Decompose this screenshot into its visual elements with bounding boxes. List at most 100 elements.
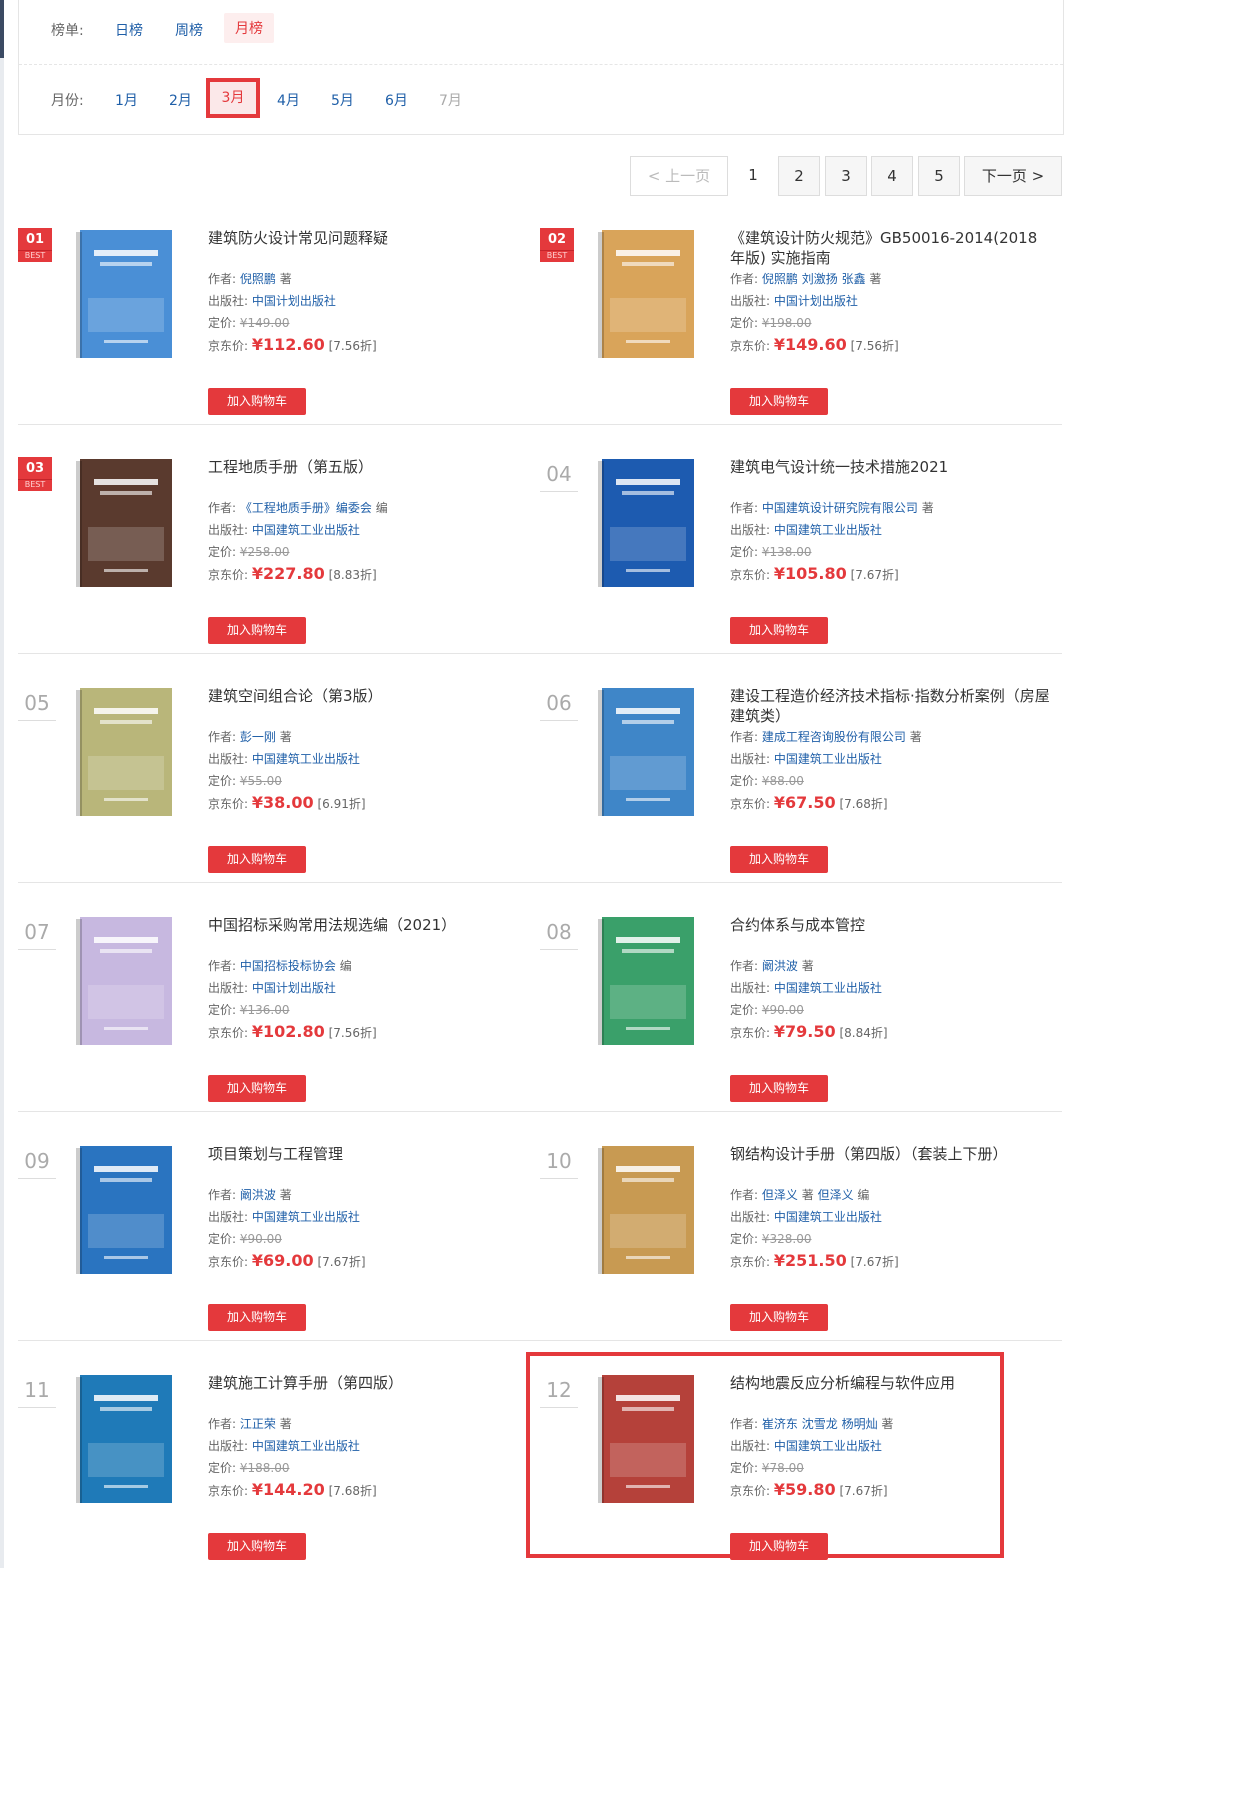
book-cover-image[interactable]: [596, 228, 700, 360]
board-option-daily[interactable]: 日榜: [115, 20, 143, 40]
discount-value: [8.84折]: [839, 1026, 888, 1040]
publisher-label: 出版社:: [730, 752, 771, 766]
discount-value: [7.67折]: [850, 568, 899, 582]
book-title[interactable]: 《建筑设计防火规范》GB50016-2014(2018年版) 实施指南: [730, 228, 1050, 268]
month-option-1[interactable]: 1月: [115, 90, 138, 110]
publisher-label: 出版社:: [208, 752, 249, 766]
author-link[interactable]: 但泽义: [762, 1188, 798, 1202]
book-title[interactable]: 建设工程造价经济技术指标·指数分析案例（房屋建筑类）: [730, 686, 1050, 726]
page-4[interactable]: 4: [871, 156, 913, 196]
add-to-cart-button[interactable]: 加入购物车: [730, 1075, 828, 1102]
publisher-link[interactable]: 中国计划出版社: [252, 981, 336, 995]
book-title[interactable]: 合约体系与成本管控: [730, 915, 1050, 955]
book-cover-image[interactable]: [596, 1144, 700, 1276]
publisher-link[interactable]: 中国建筑工业出版社: [774, 981, 882, 995]
page-5[interactable]: 5: [918, 156, 960, 196]
discount-value: [7.56折]: [850, 339, 899, 353]
month-option-2[interactable]: 2月: [169, 90, 192, 110]
author-line: 作者: 彭一刚 著: [208, 726, 528, 748]
add-to-cart-button[interactable]: 加入购物车: [730, 1304, 828, 1331]
author-link[interactable]: 张鑫: [842, 272, 866, 286]
book-title[interactable]: 中国招标采购常用法规选编（2021）: [208, 915, 528, 955]
book-cover-image[interactable]: [596, 915, 700, 1047]
book-info: 建筑防火设计常见问题释疑 作者: 倪照鹏 著出版社: 中国计划出版社 定价: ¥14…: [208, 228, 528, 357]
jd-price-line: 京东价: ¥38.00 [6.91折]: [208, 792, 528, 815]
add-to-cart-button[interactable]: 加入购物车: [208, 1304, 306, 1331]
book-cover-image[interactable]: [74, 686, 178, 818]
month-option-6[interactable]: 6月: [385, 90, 408, 110]
author-link[interactable]: 阚洪波: [762, 959, 798, 973]
author-link[interactable]: 中国招标投标协会: [240, 959, 336, 973]
month-option-4[interactable]: 4月: [277, 90, 300, 110]
author-link[interactable]: 阚洪波: [240, 1188, 276, 1202]
book-cover-image[interactable]: [74, 1144, 178, 1276]
add-to-cart-button[interactable]: 加入购物车: [208, 1533, 306, 1560]
page-2[interactable]: 2: [778, 156, 820, 196]
prev-page-button[interactable]: < 上一页: [630, 156, 728, 196]
page-1[interactable]: 1: [734, 156, 772, 196]
publisher-link[interactable]: 中国建筑工业出版社: [252, 752, 360, 766]
book-title[interactable]: 建筑施工计算手册（第四版）: [208, 1373, 528, 1413]
book-cover-image[interactable]: [596, 686, 700, 818]
publisher-link[interactable]: 中国计划出版社: [774, 294, 858, 308]
book-cover-image[interactable]: [74, 915, 178, 1047]
list-price-label: 定价:: [208, 774, 237, 788]
publisher-link[interactable]: 中国建筑工业出版社: [252, 1439, 360, 1453]
page-3[interactable]: 3: [825, 156, 867, 196]
add-to-cart-button[interactable]: 加入购物车: [730, 846, 828, 873]
add-to-cart-button[interactable]: 加入购物车: [208, 388, 306, 415]
list-price-value: ¥149.00: [239, 316, 290, 330]
jd-price-value: ¥251.50: [773, 1251, 847, 1270]
author-link[interactable]: 倪照鹏: [762, 272, 798, 286]
book-item: 02 BEST 《建筑设计防火规范》GB50016-2014(2018年版) 实施指…: [540, 228, 1060, 448]
add-to-cart-button[interactable]: 加入购物车: [208, 1075, 306, 1102]
add-to-cart-button[interactable]: 加入购物车: [208, 617, 306, 644]
author-link[interactable]: 彭一刚: [240, 730, 276, 744]
best-tag: BEST: [18, 250, 52, 260]
publisher-link[interactable]: 中国建筑工业出版社: [774, 523, 882, 537]
book-title[interactable]: 建筑空间组合论（第3版）: [208, 686, 528, 726]
book-title[interactable]: 钢结构设计手册（第四版）（套装上下册）: [730, 1144, 1050, 1184]
board-label: 榜单:: [51, 23, 84, 39]
book-title[interactable]: 工程地质手册（第五版）: [208, 457, 528, 497]
book-cover-image[interactable]: [74, 228, 178, 360]
publisher-link[interactable]: 中国建筑工业出版社: [252, 1210, 360, 1224]
month-option-3[interactable]: 3月: [206, 78, 260, 118]
author-link[interactable]: 《工程地质手册》编委会: [240, 501, 372, 515]
book-item: 01 BEST 建筑防火设计常见问题释疑 作者: 倪照鹏 著出版社: 中国计划出版社定…: [18, 228, 538, 448]
book-cover-image[interactable]: [74, 457, 178, 589]
next-page-button[interactable]: 下一页 >: [964, 156, 1062, 196]
author-link[interactable]: 江正荣: [240, 1417, 276, 1431]
board-option-weekly[interactable]: 周榜: [175, 20, 203, 40]
rank-number: 02: [547, 232, 567, 247]
book-title[interactable]: 建筑防火设计常见问题释疑: [208, 228, 528, 268]
board-option-monthly[interactable]: 月榜: [224, 13, 274, 43]
book-cover-image[interactable]: [74, 1373, 178, 1505]
jd-price-value: ¥227.80: [251, 564, 325, 583]
book-title[interactable]: 建筑电气设计统一技术措施2021: [730, 457, 1050, 497]
list-price-label: 定价:: [208, 1461, 237, 1475]
publisher-link[interactable]: 中国计划出版社: [252, 294, 336, 308]
book-info: 《建筑设计防火规范》GB50016-2014(2018年版) 实施指南 作者: 倪…: [730, 228, 1050, 357]
book-cover-image[interactable]: [596, 457, 700, 589]
add-to-cart-button[interactable]: 加入购物车: [730, 388, 828, 415]
author-link[interactable]: 倪照鹏: [240, 272, 276, 286]
author-line: 作者: 中国建筑设计研究院有限公司 著: [730, 497, 1050, 519]
author-role: 著: [869, 272, 882, 286]
month-option-5[interactable]: 5月: [331, 90, 354, 110]
publisher-link[interactable]: 中国建筑工业出版社: [774, 1210, 882, 1224]
add-to-cart-button[interactable]: 加入购物车: [208, 846, 306, 873]
jd-price-label: 京东价:: [208, 339, 249, 353]
add-to-cart-button[interactable]: 加入购物车: [730, 617, 828, 644]
author-link[interactable]: 但泽义: [818, 1188, 854, 1202]
book-title[interactable]: 项目策划与工程管理: [208, 1144, 528, 1184]
author-link[interactable]: 刘激扬: [802, 272, 838, 286]
publisher-link[interactable]: 中国建筑工业出版社: [774, 752, 882, 766]
author-line: 作者: 阚洪波 著: [208, 1184, 528, 1206]
jd-price-value: ¥144.20: [251, 1480, 325, 1499]
author-link[interactable]: 中国建筑设计研究院有限公司: [762, 501, 918, 515]
month-label: 月份:: [51, 93, 84, 109]
best-tag: BEST: [540, 250, 574, 260]
publisher-link[interactable]: 中国建筑工业出版社: [252, 523, 360, 537]
author-link[interactable]: 建成工程咨询股份有限公司: [762, 730, 906, 744]
